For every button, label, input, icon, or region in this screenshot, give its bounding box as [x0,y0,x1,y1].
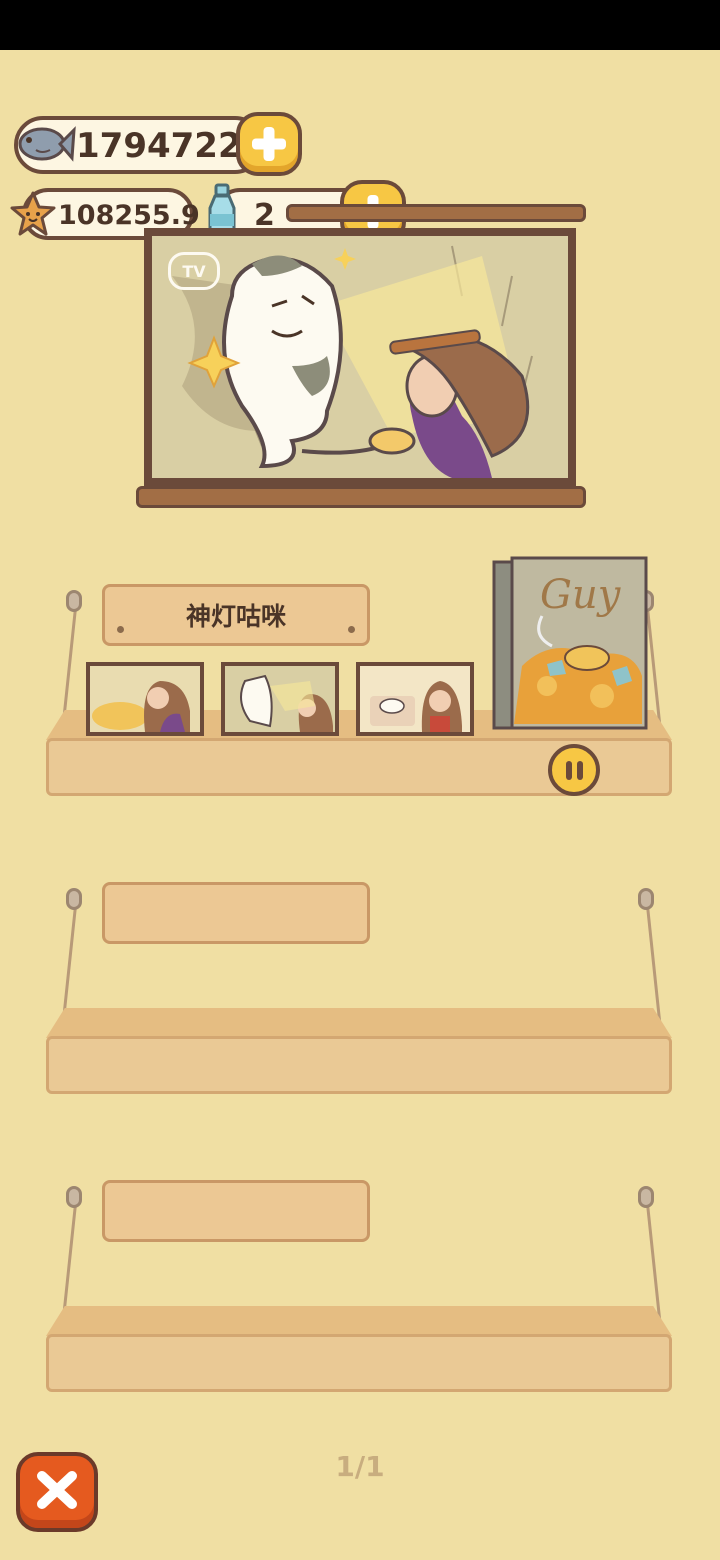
close-button[interactable] [16,1452,98,1532]
fish-icon [18,126,76,162]
close-icon [37,1471,77,1509]
story-book[interactable]: Guy [492,556,650,732]
shelf-1-label: 神灯咕咪 [185,602,286,631]
shelf-2-top [46,1008,672,1038]
fish-count: 1794722 [76,126,242,166]
page-indicator: 1/1 [335,1450,385,1483]
shelf-3-board [46,1306,672,1392]
pause-button[interactable] [548,744,600,796]
shelf-2-board [46,1008,672,1094]
story-card-2-image [225,666,335,732]
tv-screen[interactable]: TV [144,228,576,486]
tv-top-rod [286,204,586,222]
story-card-1-image [90,666,200,732]
status-bar [0,0,720,50]
shelf-1-sign: 神灯咕咪 [102,584,370,646]
shelf-3-peg-left [66,1186,82,1208]
shelf-3-peg-right [638,1186,654,1208]
shelf-3-sign [102,1180,370,1242]
tv-frame: TV [136,200,586,510]
story-card-3-image [360,666,470,732]
sign-nail [348,626,355,633]
shelf-2-peg-left [66,888,82,910]
story-card-1[interactable] [86,662,204,736]
book-title: Guy [540,572,622,618]
shelf-2-front [46,1036,672,1094]
sign-nail [117,626,124,633]
shelf-3-front [46,1334,672,1392]
story-card-2[interactable] [221,662,339,736]
shelf-2-sign [102,882,370,944]
story-book-cover: Guy [492,556,648,730]
add-fish-button[interactable] [236,112,302,176]
shelf-1-peg-left [66,590,82,612]
shelf-2-peg-right [638,888,654,910]
tv-bottom-rod [136,486,586,508]
story-card-3[interactable] [356,662,474,736]
shelf-3-top [46,1306,672,1336]
tv-badge-text: TV [182,261,206,281]
star-icon [10,191,56,236]
tv-badge: TV [168,252,220,290]
